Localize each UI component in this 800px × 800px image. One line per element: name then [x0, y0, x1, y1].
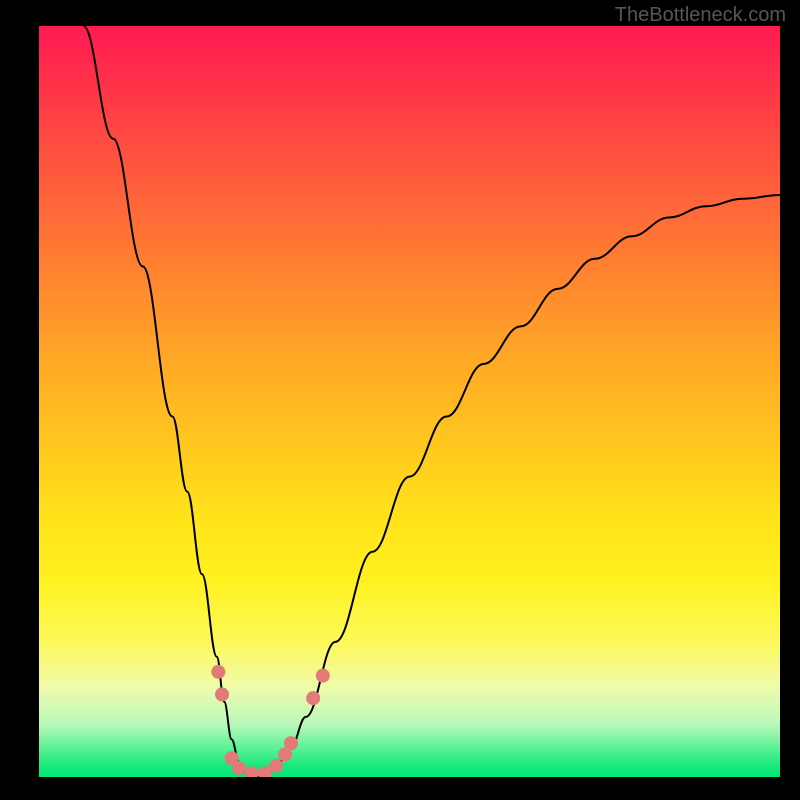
gradient-plot-area [39, 26, 780, 777]
watermark-text: TheBottleneck.com [615, 4, 786, 27]
